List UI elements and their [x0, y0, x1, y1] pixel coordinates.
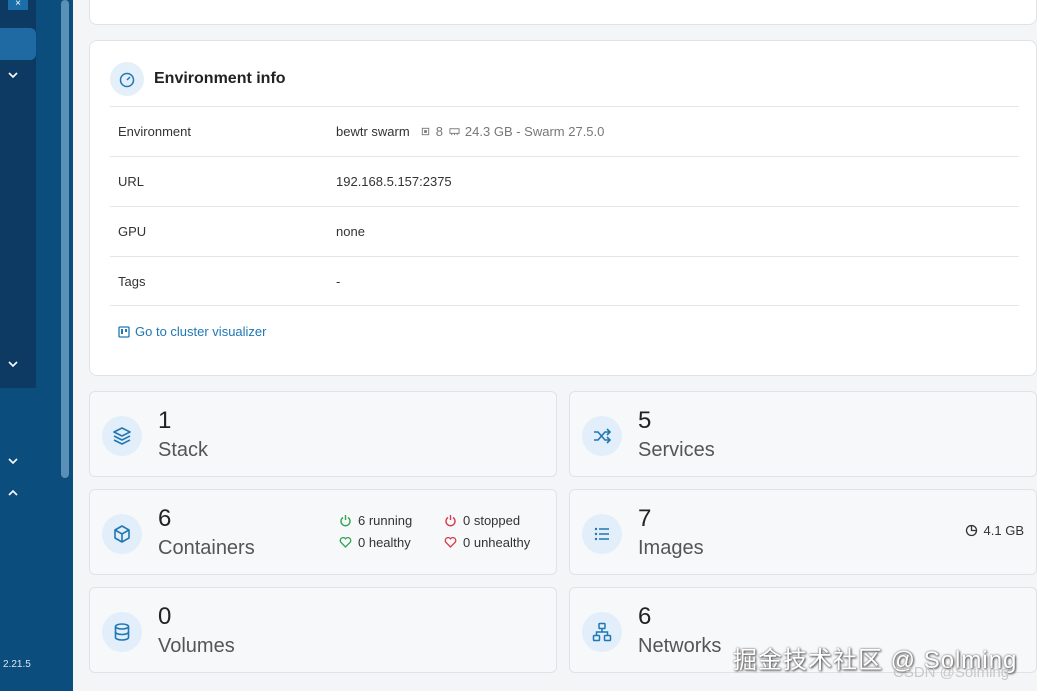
top-card [89, 0, 1037, 25]
services-label: Services [638, 439, 715, 461]
stack-count: 1 [158, 407, 172, 434]
power-icon [445, 515, 456, 527]
networks-count: 6 [638, 603, 652, 630]
list-icon [582, 514, 622, 554]
pie-chart-icon [965, 524, 977, 537]
stack-label: Stack [158, 439, 209, 461]
environment-name: bewtr swarm [336, 124, 410, 139]
row-label: URL [118, 174, 145, 189]
env-row-tags: Tags - [110, 256, 1019, 306]
healthy-stat: 0 healthy [339, 535, 411, 550]
containers-tile[interactable]: 6 Containers 6 running 0 stopped 0 healt… [89, 489, 557, 575]
networks-label: Networks [638, 635, 722, 657]
sidebar-scrollbar[interactable] [61, 0, 69, 478]
running-stat: 6 running [339, 513, 412, 528]
chevron-down-icon[interactable] [6, 357, 20, 371]
heart-icon [339, 536, 352, 548]
running-count: 6 running [358, 513, 413, 528]
row-value: none [336, 224, 365, 239]
volumes-tile[interactable]: 0 Volumes [89, 587, 557, 673]
services-count: 5 [638, 407, 652, 434]
env-title: Environment info [154, 70, 286, 87]
row-value: 192.168.5.157:2375 [336, 174, 452, 189]
images-size: 4.1 GB [965, 523, 1024, 538]
sidebar: × 2.21.5 [0, 0, 73, 691]
visualizer-icon [118, 325, 130, 338]
sidebar-close-icon[interactable]: × [8, 0, 28, 10]
cluster-visualizer-link[interactable]: Go to cluster visualizer [118, 324, 267, 339]
env-header: Environment info [110, 61, 286, 97]
unhealthy-count: 0 unhealthy [463, 535, 531, 550]
images-label: Images [638, 537, 704, 559]
volumes-count: 0 [158, 603, 172, 630]
images-size-value: 4.1 GB [983, 523, 1024, 538]
environment-info-card: Environment info Environment bewtr swarm… [89, 40, 1037, 376]
shuffle-icon [582, 416, 622, 456]
watermark-sub: CSDN @Solming [893, 664, 1010, 681]
row-value: - [336, 273, 341, 289]
env-row-url: URL 192.168.5.157:2375 [110, 156, 1019, 206]
env-row-environment: Environment bewtr swarm 8 24.3 GB - Swar… [110, 106, 1019, 156]
gauge-icon [110, 62, 144, 96]
images-tile[interactable]: 7 Images 4.1 GB [569, 489, 1037, 575]
stack-tile[interactable]: 1 Stack [89, 391, 557, 477]
version-label: 2.21.5 [3, 659, 31, 670]
cpu-count: 8 [435, 124, 443, 139]
box-icon [102, 514, 142, 554]
row-value: bewtr swarm 8 24.3 GB - Swarm 27.5.0 [336, 124, 604, 139]
unhealthy-stat: 0 unhealthy [444, 535, 530, 550]
row-label: Tags [118, 273, 146, 289]
env-row-gpu: GPU none [110, 206, 1019, 256]
stopped-count: 0 stopped [463, 513, 521, 528]
volumes-label: Volumes [158, 635, 235, 657]
healthy-count: 0 healthy [358, 535, 411, 550]
sidebar-active-item[interactable] [0, 28, 36, 60]
layers-icon [102, 416, 142, 456]
cpu-icon [421, 127, 429, 136]
memory-swarm-info: 24.3 GB - Swarm 27.5.0 [464, 124, 605, 139]
containers-label: Containers [158, 537, 255, 559]
network-icon [582, 612, 622, 652]
memory-icon [449, 128, 460, 136]
services-tile[interactable]: 5 Services [569, 391, 1037, 477]
environment-meta: 8 24.3 GB - Swarm 27.5.0 [420, 124, 605, 139]
row-label: GPU [118, 224, 147, 239]
cluster-visualizer-label: Go to cluster visualizer [135, 324, 267, 339]
chevron-down-icon[interactable] [6, 454, 20, 468]
heart-icon [444, 536, 457, 548]
stopped-stat: 0 stopped [444, 513, 520, 528]
row-label: Environment [118, 124, 191, 139]
database-icon [102, 612, 142, 652]
chevron-up-icon[interactable] [6, 486, 20, 500]
containers-count: 6 [158, 505, 172, 532]
power-icon [340, 515, 351, 527]
images-count: 7 [638, 505, 652, 532]
chevron-down-icon[interactable] [6, 68, 20, 82]
env-info-table: Environment bewtr swarm 8 24.3 GB - Swar… [110, 106, 1019, 306]
